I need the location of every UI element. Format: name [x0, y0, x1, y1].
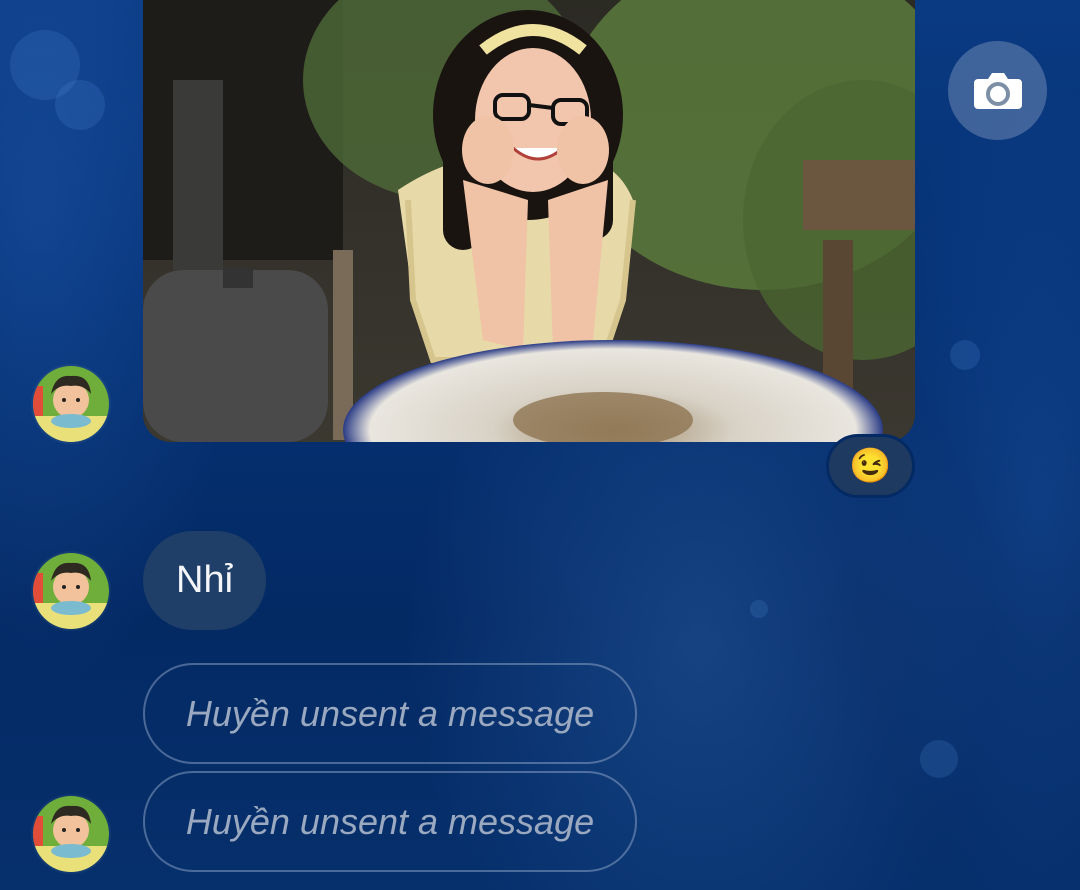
background-decoration	[950, 340, 980, 370]
unsent-message-text: Huyền unsent a message	[185, 800, 595, 842]
unsent-message-text: Huyền unsent a message	[185, 692, 595, 734]
unsent-message[interactable]: Huyền unsent a message	[143, 771, 637, 872]
avatar-image	[33, 553, 109, 629]
camera-icon	[973, 72, 1022, 109]
camera-button[interactable]	[948, 41, 1047, 140]
background-decoration	[55, 80, 105, 130]
avatar-image	[33, 366, 109, 442]
photo-image	[143, 0, 915, 442]
sender-avatar[interactable]	[33, 366, 109, 442]
winking-face-emoji: 😉	[849, 447, 892, 485]
reaction-badge[interactable]: 😉	[826, 434, 915, 498]
sender-avatar[interactable]	[33, 796, 109, 872]
background-decoration	[920, 740, 958, 778]
unsent-message[interactable]: Huyền unsent a message	[143, 663, 637, 764]
message-bubble[interactable]: Nhỉ	[143, 531, 267, 630]
background-decoration	[750, 600, 768, 618]
sender-avatar[interactable]	[33, 553, 109, 629]
avatar-image	[33, 796, 109, 872]
photo-message[interactable]	[143, 0, 915, 442]
message-text: Nhỉ	[176, 559, 234, 601]
